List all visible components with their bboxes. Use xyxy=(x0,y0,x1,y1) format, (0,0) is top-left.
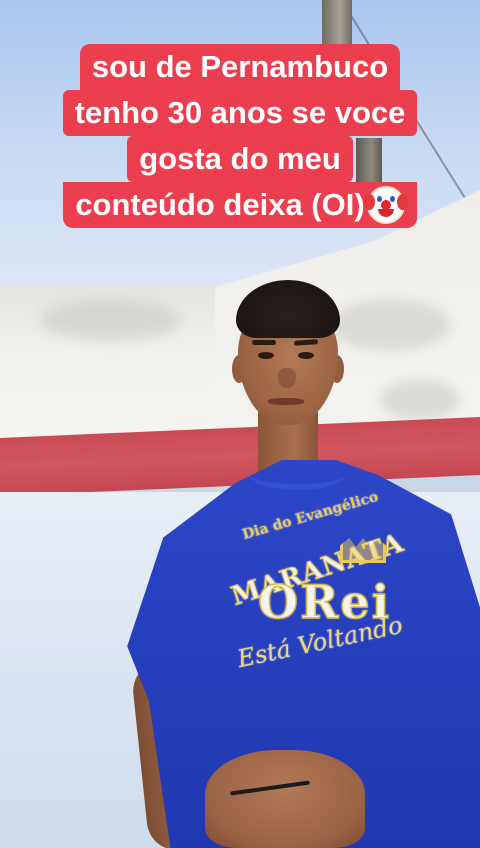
caption-line-text: conteúdo deixa (OI) xyxy=(75,187,365,222)
caption-line-text: sou de Pernambuco xyxy=(91,49,389,84)
caption-line: sou de Pernambuco xyxy=(79,44,401,90)
mouth xyxy=(268,398,304,405)
caption-line-text: gosta do meu xyxy=(139,141,341,176)
shirt-collar xyxy=(250,460,345,490)
caption-line: tenho 30 anos se voce xyxy=(62,90,418,136)
caption-line: conteúdo deixa (OI) xyxy=(63,182,417,228)
video-frame: Dia do Evangélico MARANATA ORei Está Vol… xyxy=(0,0,480,848)
nose xyxy=(278,368,296,388)
clown-face-icon xyxy=(363,186,408,224)
left-eye xyxy=(258,352,274,359)
crown-icon xyxy=(340,538,386,563)
caption-line: gosta do meu xyxy=(127,136,353,182)
hands xyxy=(205,750,365,848)
hair xyxy=(236,280,340,338)
caption-overlay: sou de Pernambuco tenho 30 anos se voce … xyxy=(0,44,480,228)
right-eye xyxy=(298,352,314,359)
caption-line-text: tenho 30 anos se voce xyxy=(74,95,406,130)
left-eyebrow xyxy=(252,340,276,345)
